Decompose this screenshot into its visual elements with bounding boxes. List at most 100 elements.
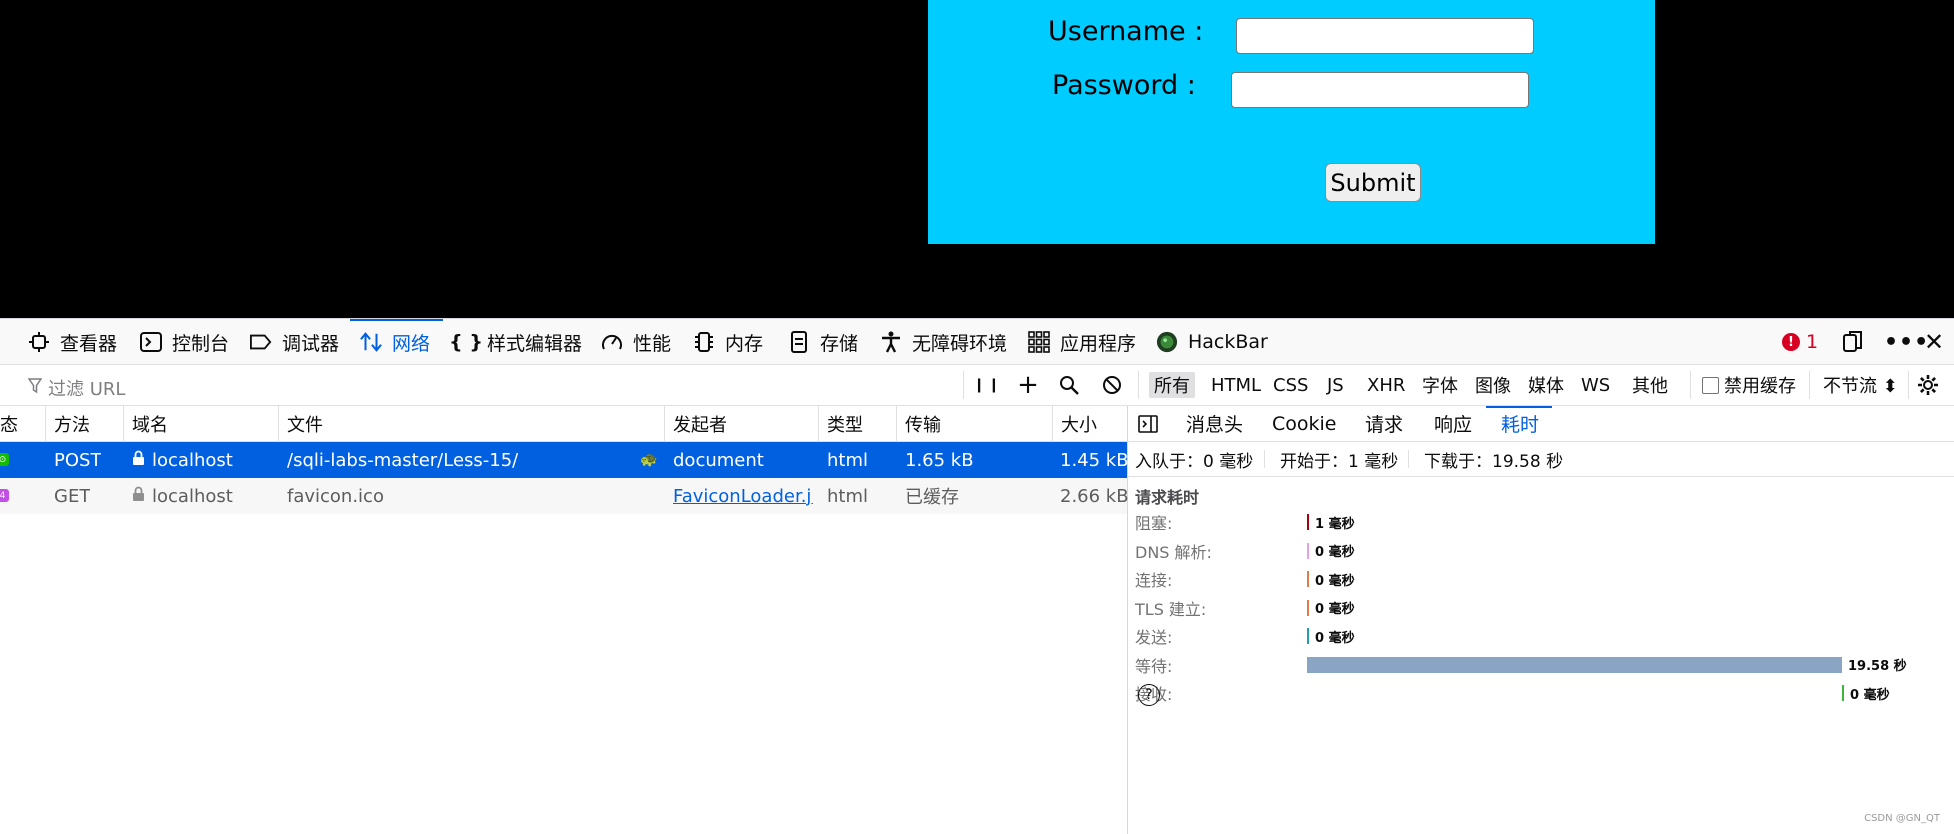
initiator-link[interactable]: FaviconLoader.j... — [673, 478, 813, 514]
started-time: 开始于：1 毫秒 — [1280, 451, 1399, 472]
tab-cookies[interactable]: Cookie — [1272, 406, 1337, 441]
timing-bar — [1307, 656, 1842, 673]
performance-icon — [601, 331, 623, 353]
timing-value: 0 毫秒 — [1315, 545, 1355, 560]
request-file: /sqli-labs-master/Less-15/ — [287, 449, 519, 471]
submit-button[interactable]: Submit — [1325, 163, 1421, 202]
throttling-select[interactable]: 不节流 ⬍ — [1818, 372, 1903, 398]
page-viewport: Username : Password : Submit — [0, 0, 1954, 318]
request-initiator: document — [673, 449, 764, 471]
filter-xhr[interactable]: XHR — [1362, 372, 1410, 398]
memory-icon — [693, 331, 715, 353]
column-type[interactable]: 类型 — [819, 406, 897, 441]
timing-bar — [1842, 685, 1844, 701]
password-input[interactable] — [1231, 72, 1529, 108]
timing-label: 发送: — [1135, 628, 1173, 647]
filter-media[interactable]: 媒体 — [1523, 372, 1569, 398]
devtools-panel: 查看器 控制台 调试器 网络 { } 样式编辑器 性能 内存 存储 无障碍环境 … — [0, 318, 1954, 834]
column-transferred[interactable]: 传输 — [897, 406, 1053, 441]
tab-inspector[interactable]: 查看器 — [28, 319, 117, 365]
tab-accessibility[interactable]: 无障碍环境 — [880, 319, 1007, 365]
more-options-icon[interactable]: ••• — [1884, 319, 1929, 365]
filter-css[interactable]: CSS — [1268, 372, 1313, 398]
divider — [1138, 371, 1139, 399]
tab-timings[interactable]: 耗时 — [1501, 406, 1539, 441]
storage-icon — [788, 331, 810, 353]
queued-time: 入队于：0 毫秒 — [1135, 451, 1254, 472]
table-row[interactable]: 4 GET localhost favicon.ico FaviconLoade… — [0, 478, 1129, 514]
timing-bar — [1307, 628, 1309, 644]
debugger-icon — [250, 331, 272, 353]
hackbar-icon — [1156, 331, 1178, 353]
clear-edge — [0, 373, 4, 397]
request-transferred: 1.65 kB — [905, 449, 974, 471]
tab-network[interactable]: 网络 — [360, 319, 430, 365]
tab-hackbar[interactable]: HackBar — [1156, 319, 1268, 365]
devtools-tabbar: 查看器 控制台 调试器 网络 { } 样式编辑器 性能 内存 存储 无障碍环境 … — [0, 318, 1954, 365]
disable-cache-checkbox[interactable]: 禁用缓存 — [1697, 372, 1801, 398]
network-toolbar: 过滤 URL ❙❙ + 所有 HTML CSS JS XHR 字体 图像 媒体 … — [0, 365, 1954, 406]
timing-value: 0 毫秒 — [1850, 687, 1890, 703]
selected-tab-indicator — [1486, 406, 1552, 408]
username-input[interactable] — [1236, 18, 1534, 54]
filter-all[interactable]: 所有 — [1149, 372, 1195, 398]
request-list-header: 态 方法 域名 文件 发起者 类型 传输 大小 — [0, 406, 1127, 442]
request-transferred: 已缓存 — [905, 487, 959, 508]
timing-row: 接收: 0 毫秒 — [1135, 681, 1945, 705]
filter-js[interactable]: JS — [1322, 372, 1349, 398]
watermark: CSDN @GN_QT — [1864, 813, 1940, 824]
add-icon[interactable]: + — [1014, 370, 1042, 400]
request-domain: localhost — [132, 442, 233, 478]
block-icon[interactable] — [1098, 371, 1126, 399]
style-editor-icon: { } — [449, 331, 483, 353]
pause-icon[interactable]: ❙❙ — [973, 371, 1002, 399]
request-size: 1.45 kB — [1060, 449, 1129, 471]
divider — [1264, 450, 1265, 468]
timing-label: DNS 解析: — [1135, 542, 1212, 562]
column-status[interactable]: 态 — [0, 406, 46, 441]
column-domain[interactable]: 域名 — [124, 406, 279, 441]
timing-value: 1 毫秒 — [1315, 516, 1355, 532]
column-initiator[interactable]: 发起者 — [665, 406, 819, 441]
dock-icon — [1842, 331, 1864, 353]
toggle-sidebar-icon[interactable] — [1138, 406, 1158, 441]
tab-headers[interactable]: 消息头 — [1186, 406, 1243, 441]
filter-url-input[interactable]: 过滤 URL — [27, 375, 125, 401]
tab-memory[interactable]: 内存 — [693, 319, 763, 365]
column-file[interactable]: 文件 — [279, 406, 665, 441]
help-icon[interactable]: ? — [1138, 684, 1160, 706]
tab-response[interactable]: 响应 — [1434, 406, 1472, 441]
error-indicator[interactable]: ! 1 — [1782, 319, 1818, 365]
tab-style-editor[interactable]: { } 样式编辑器 — [449, 319, 582, 365]
request-domain: localhost — [132, 478, 233, 514]
filter-images[interactable]: 图像 — [1470, 372, 1516, 398]
column-method[interactable]: 方法 — [46, 406, 124, 441]
network-icon — [360, 331, 382, 353]
filter-other[interactable]: 其他 — [1627, 372, 1673, 398]
timing-row: 等待: 19.58 秒 — [1135, 653, 1945, 677]
request-method: POST — [54, 449, 102, 471]
tab-debugger[interactable]: 调试器 — [250, 319, 339, 365]
tab-console[interactable]: 控制台 — [140, 319, 229, 365]
close-icon[interactable]: ✕ — [1924, 319, 1944, 365]
timing-value: 0 毫秒 — [1315, 602, 1355, 617]
filter-ws[interactable]: WS — [1576, 372, 1615, 398]
column-size[interactable]: 大小 — [1053, 406, 1127, 441]
username-label: Username : — [1048, 16, 1204, 47]
lock-icon — [132, 486, 145, 507]
tab-request[interactable]: 请求 — [1365, 406, 1403, 441]
dock-toggle-button[interactable] — [1842, 319, 1874, 365]
filter-fonts[interactable]: 字体 — [1417, 372, 1463, 398]
table-row[interactable]: ⊙ POST localhost /sqli-labs-master/Less-… — [0, 442, 1129, 478]
filter-html[interactable]: HTML — [1206, 372, 1266, 398]
accessibility-icon — [880, 331, 902, 353]
tab-storage[interactable]: 存储 — [788, 319, 858, 365]
downloaded-time: 下载于：19.58 秒 — [1424, 451, 1564, 472]
request-method: GET — [54, 485, 91, 507]
timing-row: 发送: 0 毫秒 — [1135, 624, 1945, 648]
divider — [963, 371, 964, 399]
tab-performance[interactable]: 性能 — [601, 319, 671, 365]
settings-gear-icon[interactable] — [1914, 371, 1942, 399]
search-icon[interactable] — [1055, 371, 1083, 399]
tab-application[interactable]: 应用程序 — [1028, 319, 1136, 365]
